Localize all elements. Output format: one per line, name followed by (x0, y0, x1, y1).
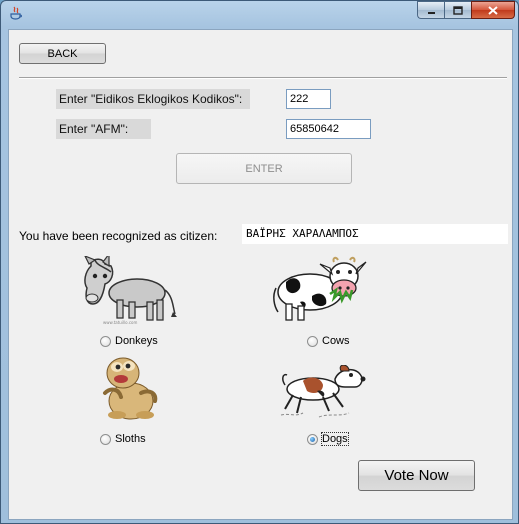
option-label-sloths: Sloths (115, 433, 146, 445)
option-sloths[interactable]: Sloths (100, 433, 146, 445)
option-cows[interactable]: Cows (307, 335, 350, 347)
close-icon (488, 5, 498, 15)
afm-label: Enter "AFM": (56, 119, 151, 139)
option-label-donkeys: Donkeys (115, 335, 158, 347)
option-label-cows: Cows (322, 335, 350, 347)
app-window: BACK Enter "Eidikos Eklogikos Kodikos": … (0, 0, 519, 524)
afm-field[interactable]: 65850642 (286, 119, 371, 139)
citizen-name: ΒΑΪΡΗΣ ΧΑΡΑΛΑΜΠΟΣ (242, 224, 508, 244)
close-button[interactable] (471, 1, 515, 19)
title-bar[interactable] (1, 1, 519, 27)
enter-button[interactable]: ENTER (176, 153, 352, 184)
radio-sloths[interactable] (100, 433, 111, 445)
option-donkeys[interactable]: Donkeys (100, 335, 158, 347)
code-field[interactable]: 222 (286, 89, 331, 109)
content-panel: BACK Enter "Eidikos Eklogikos Kodikos": … (8, 29, 513, 520)
option-label-dogs: Dogs (321, 432, 349, 446)
donkey-icon: www.tatuillo.com (81, 256, 181, 326)
svg-text:www.tatuillo.com: www.tatuillo.com (103, 320, 137, 325)
maximize-icon (453, 5, 463, 15)
radio-donkeys[interactable] (100, 335, 111, 347)
separator (19, 77, 507, 79)
vote-now-button[interactable]: Vote Now (358, 460, 475, 491)
minimize-icon (427, 11, 435, 14)
radio-cows[interactable] (307, 335, 318, 347)
radio-dogs[interactable] (307, 433, 318, 445)
back-button[interactable]: BACK (19, 43, 106, 64)
maximize-button[interactable] (444, 1, 471, 19)
java-app-icon (9, 6, 23, 21)
citizen-label: You have been recognized as citizen: (19, 229, 218, 243)
minimize-button[interactable] (417, 1, 444, 19)
cow-icon (272, 256, 368, 326)
code-label: Enter "Eidikos Eklogikos Kodikos": (56, 89, 250, 109)
option-dogs[interactable]: Dogs (307, 432, 349, 446)
sloth-icon (97, 353, 167, 421)
dog-icon (279, 365, 369, 420)
